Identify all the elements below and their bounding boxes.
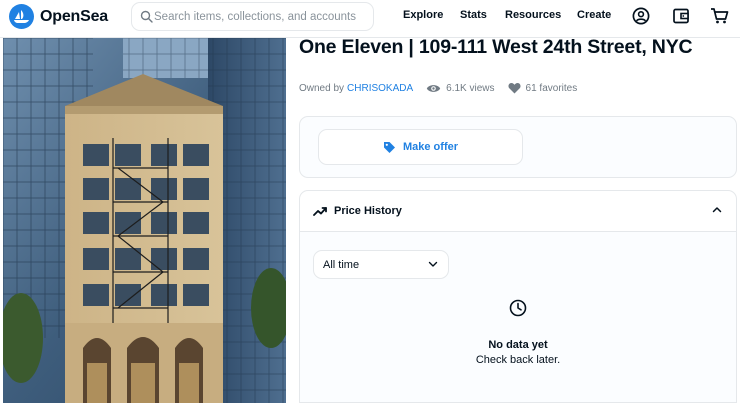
chevron-up-icon[interactable] — [712, 206, 722, 213]
views-stat: 6.1K views — [426, 82, 495, 94]
item-title: One Eleven | 109-111 West 24th Street, N… — [299, 36, 693, 58]
building-illustration — [3, 38, 286, 403]
price-history-title: Price History — [334, 205, 402, 217]
price-history-panel: Price History All time No data yet Check… — [299, 190, 737, 403]
top-nav-bar: OpenSea Explore Stats Resources Create — [0, 0, 740, 38]
owner-link[interactable]: CHRISOKADA — [347, 83, 413, 94]
offer-panel: Make offer — [299, 116, 737, 178]
nav-create[interactable]: Create — [577, 9, 611, 21]
nav-explore[interactable]: Explore — [403, 9, 443, 21]
search-box[interactable] — [131, 2, 374, 31]
views-count: 6.1K views — [446, 82, 495, 94]
item-meta: Owned by CHRISOKADA 6.1K views 61 favori… — [299, 82, 577, 94]
owned-by-label: Owned by — [299, 82, 345, 94]
favorites-stat: 61 favorites — [508, 82, 578, 94]
time-range-value: All time — [323, 258, 360, 271]
nft-image[interactable] — [3, 38, 286, 403]
chevron-down-icon — [428, 261, 438, 267]
tag-icon — [383, 141, 395, 153]
clock-icon — [509, 299, 527, 317]
search-icon — [140, 10, 153, 23]
make-offer-button[interactable]: Make offer — [318, 129, 523, 165]
time-range-select[interactable]: All time — [313, 250, 449, 279]
wallet-icon[interactable] — [671, 6, 691, 26]
nav-stats[interactable]: Stats — [460, 9, 487, 21]
empty-state-subtitle: Check back later. — [475, 354, 561, 366]
price-history-header[interactable]: Price History — [300, 191, 736, 232]
trending-icon — [313, 207, 327, 216]
cart-icon[interactable] — [709, 6, 729, 26]
favorites-count: 61 favorites — [525, 82, 578, 94]
price-history-body: All time No data yet Check back later. — [300, 232, 736, 402]
search-input[interactable] — [154, 6, 369, 28]
brand-name: OpenSea — [40, 7, 108, 25]
make-offer-label: Make offer — [402, 141, 459, 153]
heart-icon — [508, 83, 521, 94]
brand-logo[interactable]: OpenSea — [9, 4, 108, 29]
opensea-logo-icon — [9, 4, 34, 29]
eye-icon — [426, 84, 441, 92]
nav-resources[interactable]: Resources — [505, 9, 561, 21]
account-icon[interactable] — [631, 6, 651, 26]
empty-state-title: No data yet — [488, 339, 548, 351]
